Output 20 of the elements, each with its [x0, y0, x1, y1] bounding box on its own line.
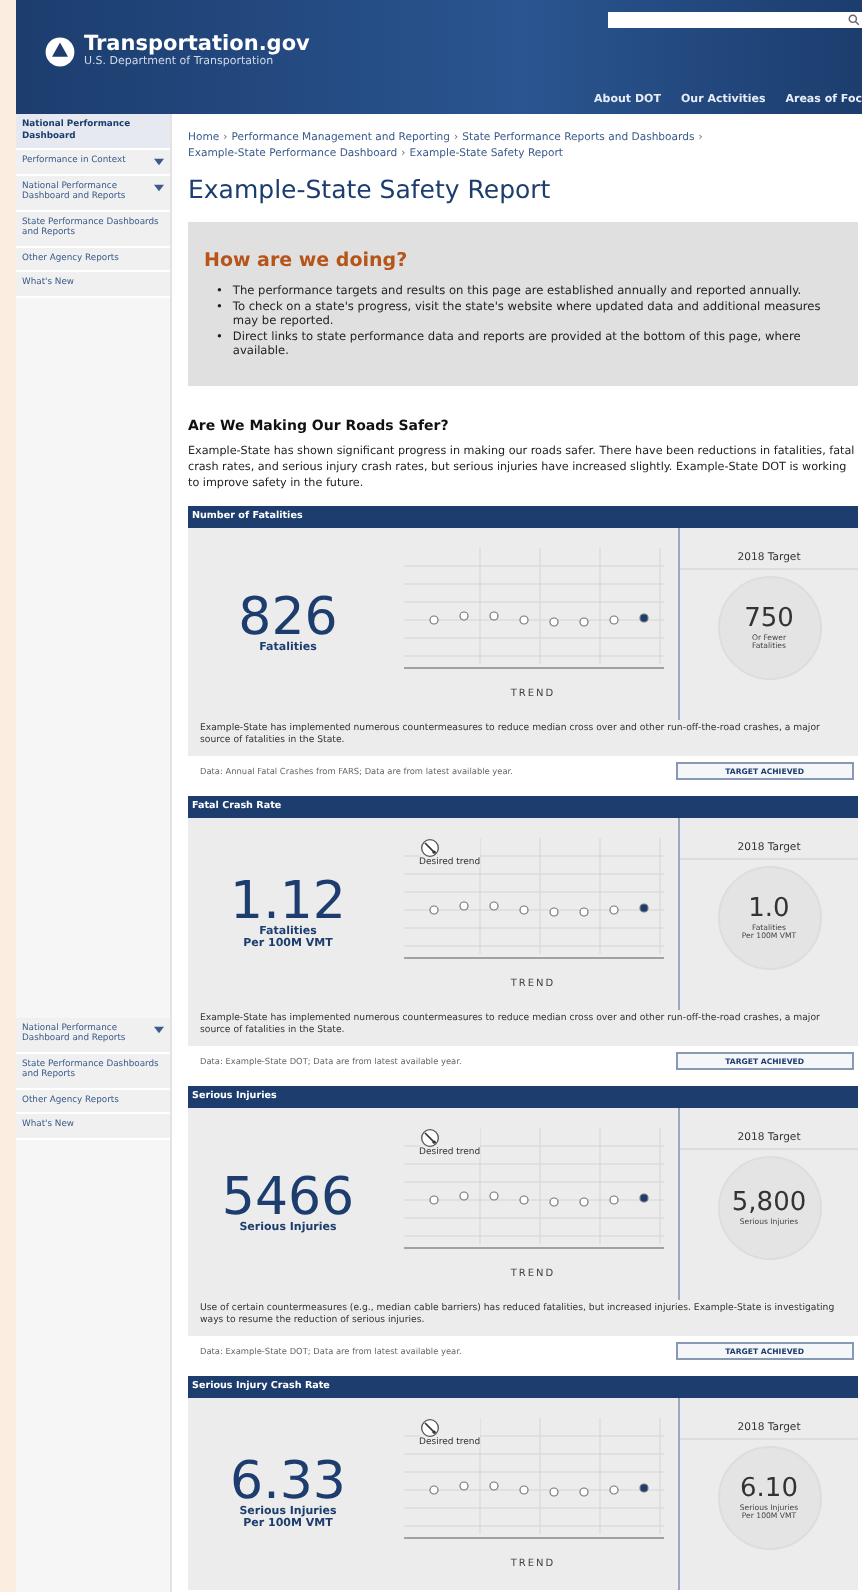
trend-arrow-icon	[419, 1128, 439, 1149]
logo-icon[interactable]	[44, 36, 76, 68]
metric-value: 1.12	[230, 878, 346, 927]
search-icon[interactable]	[848, 14, 860, 26]
caret-icon[interactable]	[154, 183, 164, 191]
target-value: 750	[744, 605, 794, 634]
caret-icon[interactable]	[154, 158, 164, 166]
search-field[interactable]	[608, 12, 862, 28]
metric-value: 5466	[221, 1174, 355, 1223]
trend-arrow-icon	[419, 838, 439, 859]
target-value: 6.10	[740, 1475, 798, 1504]
site-name[interactable]: Transportation.gov	[84, 32, 310, 56]
target-value: 1.0	[748, 895, 790, 924]
page-title: Example-State Safety Report	[188, 174, 553, 204]
target-value: 5,800	[731, 1190, 807, 1219]
trend-arrow-icon	[419, 1418, 439, 1439]
summary-heading: How are we doing?	[204, 250, 410, 272]
metric-value: 6.33	[230, 1458, 346, 1507]
metric-value: 826	[238, 594, 338, 643]
caret-icon[interactable]	[154, 1025, 164, 1033]
